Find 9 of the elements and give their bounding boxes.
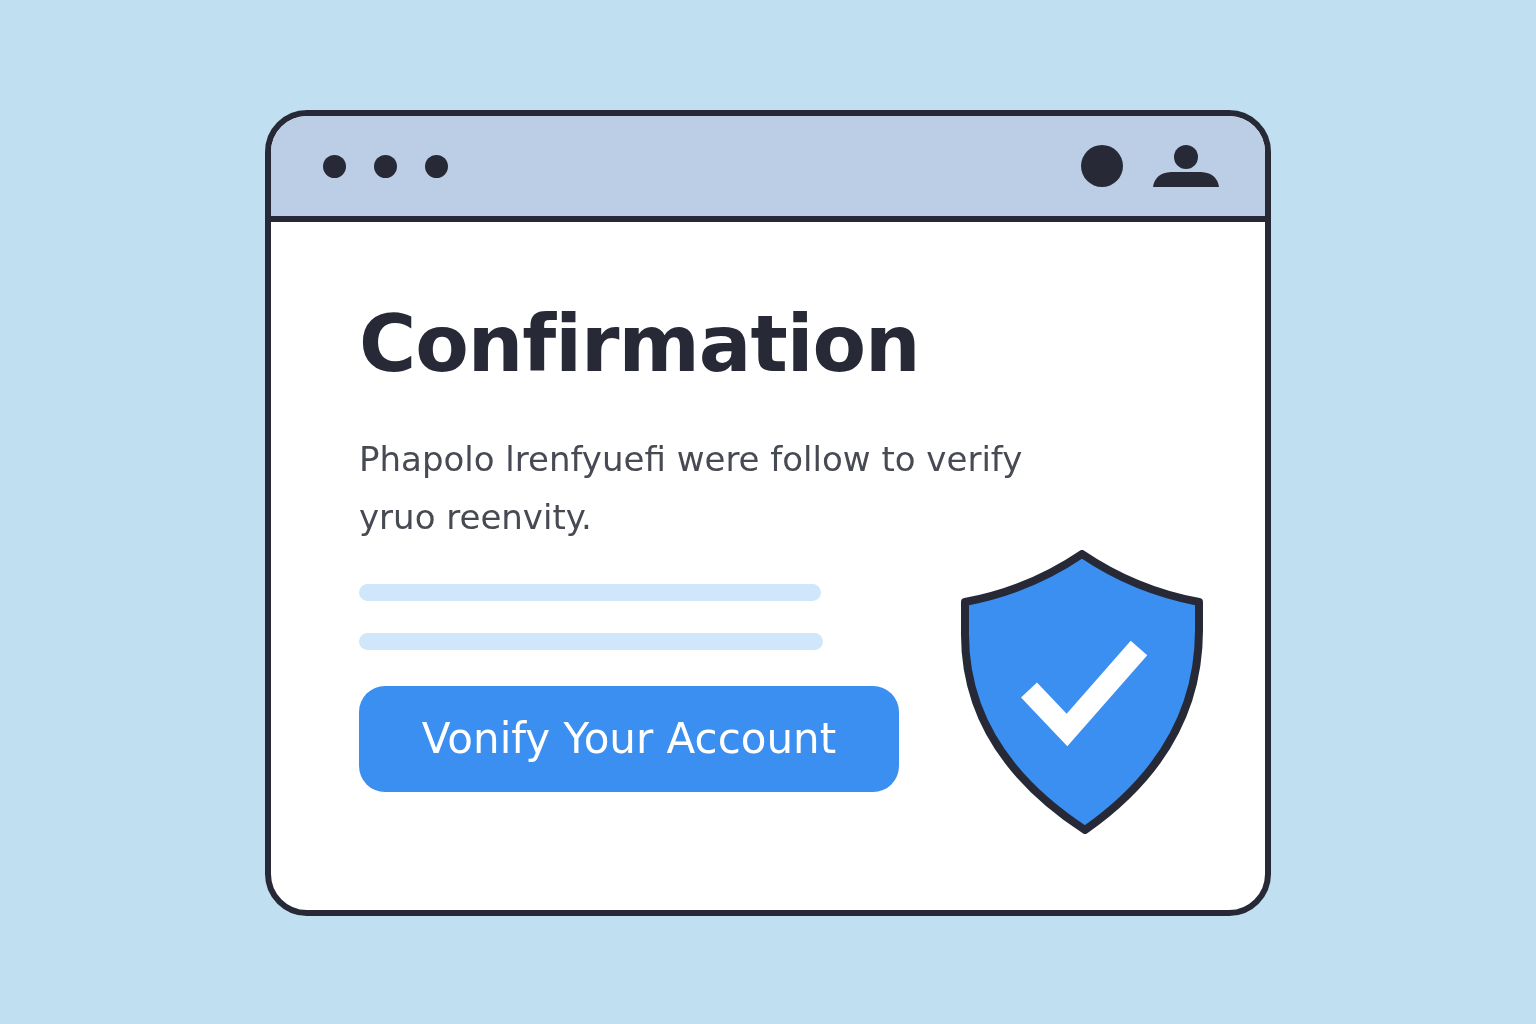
heading: Confirmation: [359, 302, 919, 388]
user-icon[interactable]: [1151, 143, 1221, 189]
window-dot-icon[interactable]: [323, 154, 346, 178]
message-text: Phapolo lrenfyuefi were follow to verify yruo reenvity.: [359, 437, 1024, 539]
window-dot-icon[interactable]: [374, 154, 397, 178]
circle-icon[interactable]: [1081, 145, 1123, 187]
window-dot-icon[interactable]: [425, 154, 448, 178]
verify-button[interactable]: Vonify Your Account: [359, 685, 899, 792]
shield-check-icon: [959, 550, 1205, 834]
